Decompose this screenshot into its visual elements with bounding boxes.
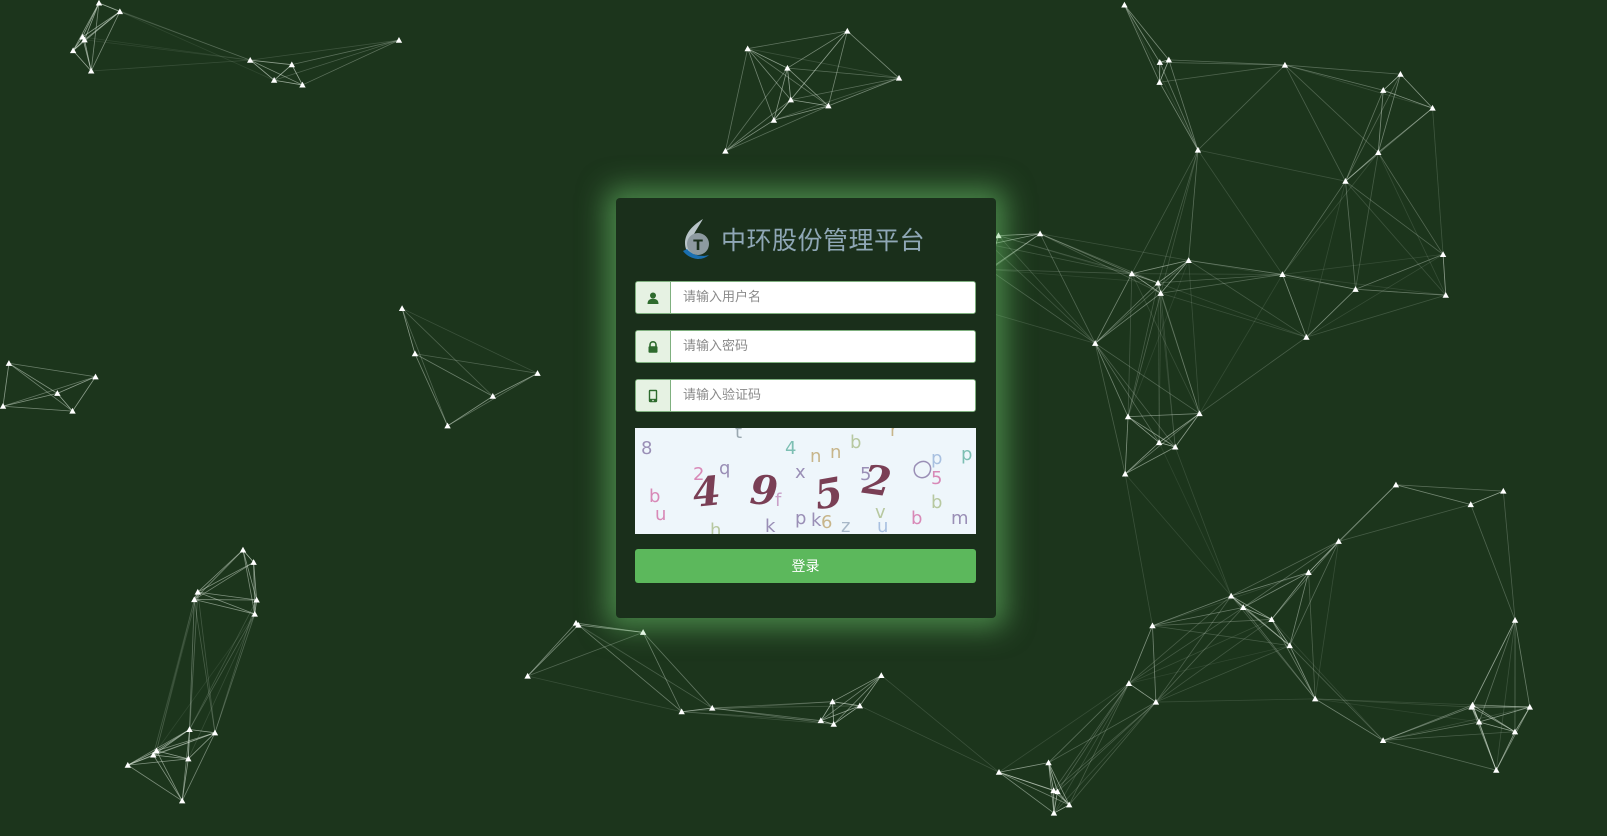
- captcha-digit: 9: [748, 466, 779, 515]
- svg-text:r: r: [890, 428, 898, 441]
- username-field: [635, 281, 976, 314]
- svg-text:h: h: [710, 520, 721, 534]
- svg-text:x: x: [795, 462, 806, 483]
- brand-header: T 中环股份管理平台: [679, 216, 925, 262]
- svg-text:T: T: [693, 238, 703, 254]
- captcha-input[interactable]: [671, 380, 975, 411]
- company-logo-icon: T: [683, 219, 709, 259]
- login-button[interactable]: 登录: [635, 549, 976, 583]
- login-panel: T 中环股份管理平台 8 t 4 n n b r: [616, 198, 996, 618]
- svg-text:8: 8: [641, 438, 652, 459]
- password-input[interactable]: [671, 331, 975, 362]
- lock-icon: [636, 331, 671, 362]
- svg-text:4: 4: [785, 438, 796, 459]
- svg-text:q: q: [719, 458, 730, 479]
- svg-text:p: p: [795, 508, 806, 529]
- app-title: 中环股份管理平台: [721, 226, 926, 255]
- captcha-graphic: 8 t 4 n n b r 2 q x 5 p 5 p b u f p k 6: [641, 428, 972, 534]
- svg-text:b: b: [850, 432, 861, 453]
- captcha-digit: 4: [690, 467, 723, 517]
- captcha-image[interactable]: 8 t 4 n n b r 2 q x 5 p 5 p b u f p k 6: [635, 428, 976, 534]
- svg-text:u: u: [655, 504, 666, 525]
- svg-text:p: p: [931, 448, 942, 469]
- svg-text:p: p: [961, 444, 972, 465]
- svg-text:t: t: [735, 428, 742, 443]
- captcha-field: [635, 379, 976, 412]
- svg-text:b: b: [911, 508, 922, 529]
- svg-text:z: z: [841, 516, 850, 534]
- mobile-icon: [636, 380, 671, 411]
- username-input[interactable]: [671, 282, 975, 313]
- user-icon: [636, 282, 671, 313]
- password-field: [635, 330, 976, 363]
- svg-text:5: 5: [931, 468, 942, 489]
- svg-text:k: k: [765, 516, 776, 534]
- svg-text:u: u: [877, 516, 888, 534]
- svg-text:b: b: [931, 492, 942, 513]
- svg-text:n: n: [810, 446, 821, 467]
- svg-text:m: m: [951, 508, 969, 529]
- svg-text:n: n: [830, 442, 841, 463]
